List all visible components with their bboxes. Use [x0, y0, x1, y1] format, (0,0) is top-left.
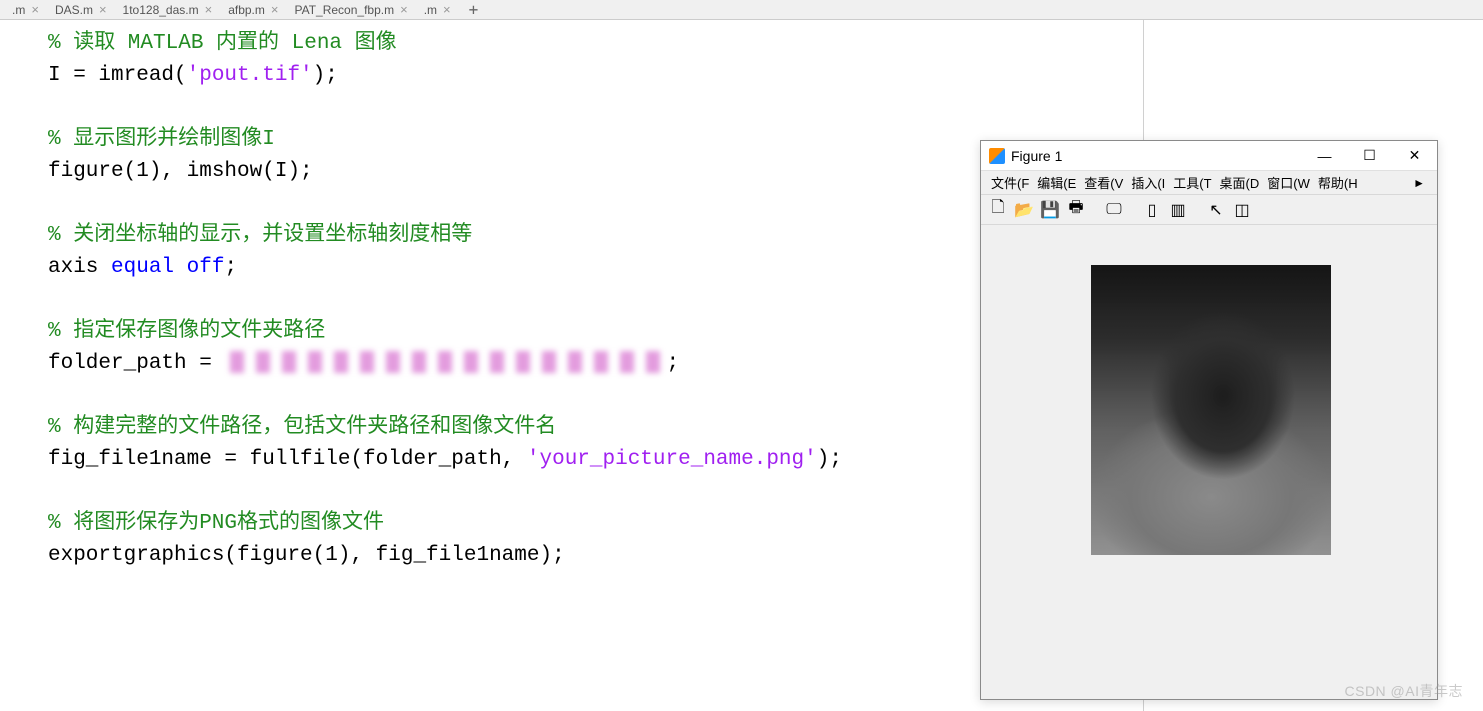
- menubar: 文件(F 编辑(E 查看(V 插入(I 工具(T 桌面(D 窗口(W 帮助(H …: [981, 171, 1437, 195]
- tab-file-1[interactable]: DAS.m ×: [47, 0, 115, 19]
- tab-label: 1to128_das.m: [123, 3, 199, 17]
- menu-edit[interactable]: 编辑(E: [1033, 173, 1080, 192]
- code-comment: % 读取 MATLAB 内置的 Lena 图像: [48, 32, 397, 55]
- code-text: figure(1), imshow(I);: [48, 160, 313, 183]
- rotate-icon: ▯: [1148, 200, 1157, 220]
- close-icon[interactable]: ×: [99, 2, 107, 17]
- close-icon[interactable]: ×: [271, 2, 279, 17]
- insert-icon: ◫: [1234, 200, 1249, 220]
- figure-title: Figure 1: [1011, 148, 1302, 164]
- tab-label: afbp.m: [228, 3, 265, 17]
- zoom-button[interactable]: 🖵: [1103, 199, 1125, 221]
- pointer-icon: ↖: [1209, 200, 1222, 220]
- menu-overflow-icon[interactable]: ►: [1407, 176, 1431, 190]
- code-keyword: equal off: [111, 256, 224, 279]
- tab-label: DAS.m: [55, 3, 93, 17]
- menu-help[interactable]: 帮助(H: [1314, 173, 1362, 192]
- new-icon: 🗋: [992, 196, 1005, 223]
- code-comment: % 指定保存图像的文件夹路径: [48, 320, 325, 343]
- code-comment: % 构建完整的文件路径，包括文件夹路径和图像文件名: [48, 416, 556, 439]
- code-text: I = imread(: [48, 64, 187, 87]
- maximize-button[interactable]: ☐: [1347, 142, 1392, 170]
- matlab-icon: [989, 148, 1005, 164]
- minimize-icon: —: [1318, 148, 1332, 164]
- code-string: 'your_picture_name.png': [527, 448, 817, 471]
- minimize-button[interactable]: —: [1302, 142, 1347, 170]
- code-text: exportgraphics(figure(1), fig_file1name)…: [48, 544, 565, 567]
- open-button[interactable]: 📂: [1013, 199, 1035, 221]
- displayed-image-pout: [1091, 265, 1331, 555]
- code-string: 'pout.tif': [187, 64, 313, 87]
- figure-toolbar: 🗋 📂 💾 🖶 🖵 ▯ ▥ ↖ ◫: [981, 195, 1437, 225]
- print-button[interactable]: 🖶: [1065, 199, 1087, 221]
- close-icon[interactable]: ×: [205, 2, 213, 17]
- tab-label: .m: [12, 3, 25, 17]
- menu-file[interactable]: 文件(F: [987, 173, 1033, 192]
- figure-canvas[interactable]: [981, 225, 1437, 699]
- open-icon: 📂: [1014, 200, 1034, 220]
- datacursor-icon: ▥: [1170, 200, 1185, 220]
- print-icon: 🖶: [1068, 196, 1083, 223]
- code-text: );: [313, 64, 338, 87]
- tab-label: .m: [424, 3, 437, 17]
- save-button[interactable]: 💾: [1039, 199, 1061, 221]
- code-text: ;: [224, 256, 237, 279]
- code-editor[interactable]: % 读取 MATLAB 内置的 Lena 图像 I = imread('pout…: [0, 20, 1143, 711]
- new-figure-button[interactable]: 🗋: [987, 199, 1009, 221]
- tab-file-4[interactable]: PAT_Recon_fbp.m ×: [286, 0, 415, 19]
- close-icon[interactable]: ×: [400, 2, 408, 17]
- code-comment: % 关闭坐标轴的显示，并设置坐标轴刻度相等: [48, 224, 472, 247]
- save-icon: 💾: [1040, 200, 1060, 220]
- tab-file-3[interactable]: afbp.m ×: [220, 0, 286, 19]
- maximize-icon: ☐: [1363, 147, 1376, 164]
- code-text: axis: [48, 256, 111, 279]
- menu-insert[interactable]: 插入(I: [1127, 173, 1169, 192]
- figure-window[interactable]: Figure 1 — ☐ ✕ 文件(F 编辑(E 查看(V 插入(I 工具(T …: [980, 140, 1438, 700]
- rotate-button[interactable]: ▯: [1141, 199, 1163, 221]
- add-tab-button[interactable]: +: [459, 0, 489, 19]
- titlebar[interactable]: Figure 1 — ☐ ✕: [981, 141, 1437, 171]
- menu-desktop[interactable]: 桌面(D: [1216, 173, 1264, 192]
- zoom-icon: 🖵: [1106, 201, 1121, 219]
- close-icon[interactable]: ×: [443, 2, 451, 17]
- tab-file-0[interactable]: .m ×: [4, 0, 47, 19]
- close-icon[interactable]: ×: [31, 2, 39, 17]
- code-comment: % 显示图形并绘制图像I: [48, 128, 275, 151]
- tab-bar: .m × DAS.m × 1to128_das.m × afbp.m × PAT_Rec…: [0, 0, 1483, 20]
- close-button[interactable]: ✕: [1392, 142, 1437, 170]
- menu-view[interactable]: 查看(V: [1080, 173, 1127, 192]
- menu-window[interactable]: 窗口(W: [1263, 173, 1314, 192]
- menu-tools[interactable]: 工具(T: [1169, 173, 1215, 192]
- code-text: );: [817, 448, 842, 471]
- code-text: folder_path =: [48, 352, 224, 375]
- tab-label: PAT_Recon_fbp.m: [294, 3, 394, 17]
- tab-file-5[interactable]: .m ×: [416, 0, 459, 19]
- insert-button[interactable]: ◫: [1231, 199, 1253, 221]
- redacted-path: [230, 351, 660, 373]
- code-text: ;: [666, 352, 679, 375]
- code-comment: % 将图形保存为PNG格式的图像文件: [48, 512, 384, 535]
- close-icon: ✕: [1409, 147, 1421, 164]
- tab-file-2[interactable]: 1to128_das.m ×: [115, 0, 221, 19]
- code-text: fig_file1name = fullfile(folder_path,: [48, 448, 527, 471]
- datacursor-button[interactable]: ▥: [1167, 199, 1189, 221]
- pointer-button[interactable]: ↖: [1205, 199, 1227, 221]
- watermark: CSDN @AI青年志: [1345, 681, 1464, 701]
